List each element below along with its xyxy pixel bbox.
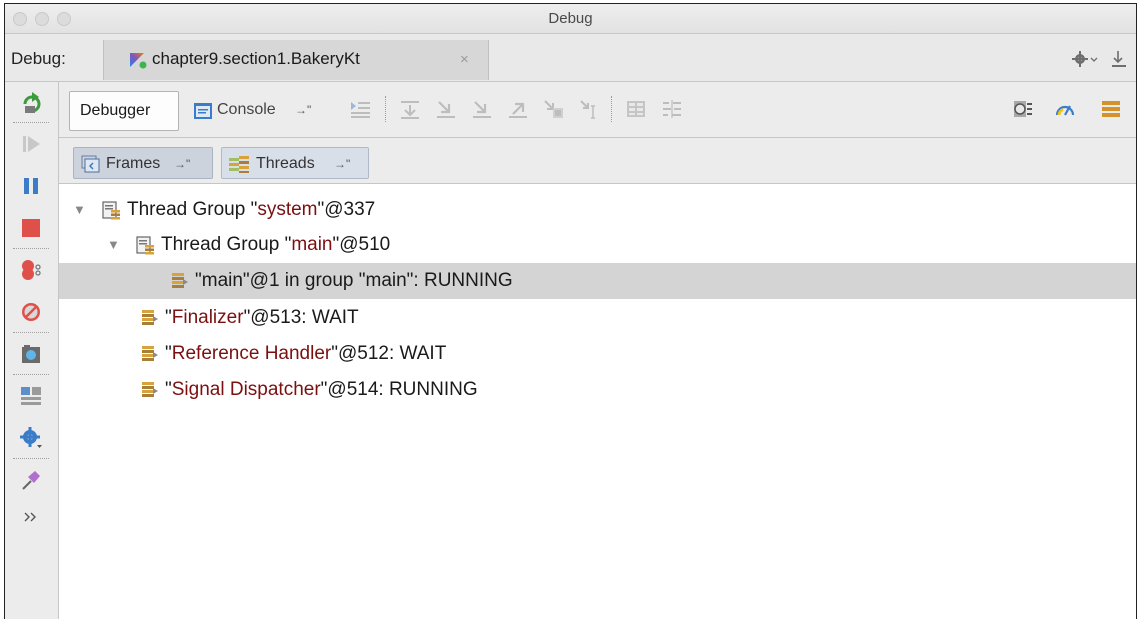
expand-triangle-icon[interactable]: ▼ (73, 192, 86, 228)
tree-row-thread-reference-handler[interactable]: "Reference Handler"@512: WAIT (59, 336, 1136, 372)
thread-group-icon (102, 201, 120, 220)
variables-memory-icon[interactable] (1012, 98, 1034, 120)
threads-tree: ▼ Thread Group "system"@337 ▼ Thread Gro… (59, 185, 1136, 619)
pin-tab-icon[interactable] (19, 468, 43, 492)
tab-console-label: Console (217, 101, 276, 118)
frames-threads-tabs: Frames →" Threads →" (59, 138, 1136, 184)
tree-row-thread-main[interactable]: "main"@1 in group "main": RUNNING (59, 263, 1136, 299)
threads-pin-icon[interactable]: →" (334, 157, 350, 171)
tab-debugger[interactable]: Debugger (69, 91, 179, 131)
thread-icon (142, 382, 158, 397)
mute-breakpoints-icon[interactable] (19, 300, 43, 324)
thread-group-name: system (257, 199, 318, 220)
tab-console[interactable]: Console →" (187, 91, 347, 131)
frames-icon (81, 155, 100, 173)
console-pin-icon[interactable]: →" (295, 103, 311, 117)
thread-icon (142, 346, 158, 361)
frames-pin-icon[interactable]: →" (174, 157, 190, 171)
debug-window: Debug Debug: chapter9.section1.BakeryKt … (4, 3, 1137, 619)
tree-row-thread-finalizer[interactable]: "Finalizer"@513: WAIT (59, 300, 1136, 336)
restore-layout-icon[interactable] (19, 384, 43, 408)
tab-debugger-label: Debugger (80, 102, 151, 119)
close-tab-icon[interactable]: × (460, 51, 469, 68)
resume-icon[interactable] (19, 132, 43, 156)
settings-icon[interactable] (19, 426, 43, 450)
step-over-icon[interactable] (399, 98, 421, 120)
thread-label-prefix: " (165, 343, 172, 364)
thread-icon (172, 273, 188, 288)
tab-threads-label: Threads (256, 155, 315, 172)
tree-row-thread-signal-dispatcher[interactable]: "Signal Dispatcher"@514: RUNNING (59, 372, 1136, 408)
console-icon (194, 103, 212, 119)
force-step-into-icon[interactable] (471, 98, 493, 120)
step-into-icon[interactable] (435, 98, 457, 120)
left-toolbar (5, 82, 59, 619)
thread-icon (142, 310, 158, 325)
thread-label-suffix: "@337 (317, 199, 376, 220)
thread-label-prefix: Thread Group " (161, 234, 292, 255)
thread-label: "main"@1 in group "main": RUNNING (195, 270, 513, 291)
kotlin-icon (130, 53, 147, 69)
thread-label-prefix: " (165, 307, 172, 328)
title-bar: Debug (5, 4, 1136, 34)
pause-icon[interactable] (19, 174, 43, 198)
expand-triangle-icon[interactable]: ▼ (107, 227, 120, 263)
view-breakpoints-icon[interactable] (19, 258, 43, 282)
get-thread-dump-icon[interactable] (19, 342, 43, 366)
overhead-menu-icon[interactable] (1100, 98, 1122, 120)
run-to-cursor-icon[interactable] (579, 98, 601, 120)
drop-frame-icon[interactable] (543, 98, 565, 120)
debug-tab-bar: Debug: chapter9.section1.BakeryKt × (5, 34, 1136, 82)
thread-name: Signal Dispatcher (171, 379, 321, 400)
thread-label-prefix: " (165, 379, 172, 400)
thread-label-suffix: "@514: RUNNING (320, 379, 478, 400)
tree-row-thread-group-system[interactable]: ▼ Thread Group "system"@337 (59, 192, 1136, 228)
debugger-toolbar: Debugger Console →" (59, 82, 1136, 138)
thread-name: Finalizer (171, 307, 244, 328)
thread-label-suffix: "@510 (332, 234, 391, 255)
tree-row-thread-group-main[interactable]: ▼ Thread Group "main"@510 (59, 227, 1136, 263)
thread-label-suffix: "@513: WAIT (243, 307, 359, 328)
thread-group-name: main (291, 234, 333, 255)
session-tab[interactable]: chapter9.section1.BakeryKt × (103, 40, 489, 80)
tab-frames-label: Frames (106, 155, 161, 172)
debug-label: Debug: (11, 49, 66, 68)
tab-frames[interactable]: Frames →" (73, 147, 213, 179)
trace-current-stream-icon[interactable] (661, 98, 683, 120)
thread-label-prefix: Thread Group " (127, 199, 258, 220)
thread-label-suffix: "@512: WAIT (331, 343, 447, 364)
thread-name: Reference Handler (171, 343, 332, 364)
window-title: Debug (548, 10, 593, 27)
tab-bar-tools (1070, 48, 1130, 75)
session-tab-label: chapter9.section1.BakeryKt (152, 49, 360, 68)
settings-gear-icon[interactable] (1072, 51, 1098, 67)
thread-group-icon (136, 236, 154, 255)
tab-threads[interactable]: Threads →" (221, 147, 369, 179)
evaluate-expression-icon[interactable] (625, 98, 647, 120)
rerun-icon[interactable] (19, 90, 43, 114)
more-chevron-icon[interactable] (19, 504, 43, 528)
show-execution-point-icon[interactable] (349, 98, 371, 120)
stop-icon[interactable] (19, 216, 43, 240)
memory-gauge-icon[interactable] (1054, 98, 1076, 120)
hide-panel-icon[interactable] (1112, 51, 1126, 67)
step-out-icon[interactable] (507, 98, 529, 120)
threads-icon (229, 156, 249, 173)
